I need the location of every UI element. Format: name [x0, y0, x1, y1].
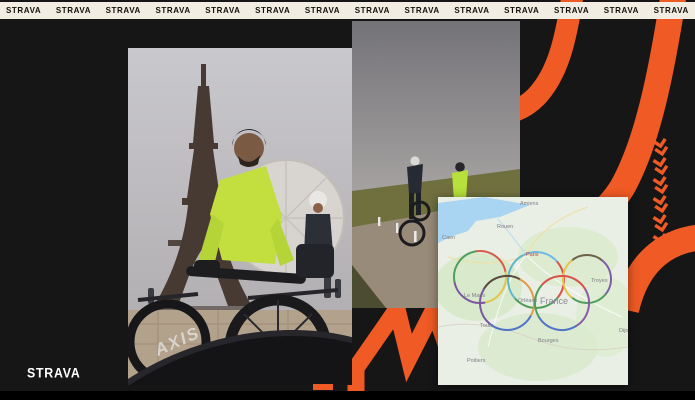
- banner-wordmark: STRAVA: [305, 6, 340, 15]
- banner-wordmark: STRAVA: [604, 6, 639, 15]
- banner-wordmark: STRAVA: [405, 6, 440, 15]
- map-city-label: Orléans: [518, 298, 538, 304]
- map-city-label: Bourges: [538, 338, 559, 344]
- zigzag-graphic: [356, 309, 450, 398]
- banner-wordmark: STRAVA: [654, 6, 689, 15]
- map-city-label: Le Mans: [464, 293, 485, 299]
- map-city-label: Troyes: [591, 278, 608, 284]
- chevron-column: [653, 139, 668, 250]
- chevron-down-icon: [653, 196, 668, 212]
- strava-logo[interactable]: STRAVA: [27, 364, 81, 380]
- map-olympic-rings-routes: Amiens Rouen Caen Paris Troyes Le Mans Orléans…: [438, 197, 628, 385]
- banner-wordmark: STRAVA: [504, 6, 539, 15]
- banner-wordmark: STRAVA: [6, 6, 41, 15]
- photo-eiffel-tower-cyclist: AXIS: [128, 48, 352, 385]
- map-city-label: Amiens: [520, 201, 539, 207]
- bottom-bar: [0, 391, 695, 400]
- banner-wordmark: STRAVA: [355, 6, 390, 15]
- map-city-label: France: [540, 296, 568, 306]
- chevron-down-icon: [653, 215, 668, 231]
- banner-wordmark: STRAVA: [205, 6, 240, 15]
- chevron-down-icon: [653, 139, 668, 155]
- banner-wordmark: STRAVA: [155, 6, 190, 15]
- map-city-label: Tours: [480, 323, 494, 329]
- chevron-down-icon: [653, 177, 668, 193]
- banner-wordmark: STRAVA: [56, 6, 91, 15]
- map-city-label: Poitiers: [467, 358, 486, 364]
- map-city-label: Rouen: [497, 224, 513, 230]
- map-city-label: Dijon: [619, 328, 628, 334]
- banner-wordmark: STRAVA: [554, 6, 589, 15]
- map-city-label: Paris: [526, 252, 539, 258]
- strava-promo-page: STRAVA STRAVA STRAVA STRAVA STRAVA STRAVA STRA…: [0, 0, 695, 400]
- strava-marquee-banner: STRAVA STRAVA STRAVA STRAVA STRAVA STRAVA STRA…: [0, 2, 695, 19]
- banner-wordmark: STRAVA: [106, 6, 141, 15]
- chevron-down-icon: [653, 158, 668, 174]
- banner-wordmark: STRAVA: [454, 6, 489, 15]
- accent-bar: [313, 384, 333, 390]
- map-city-label: Caen: [442, 235, 455, 241]
- banner-wordmark: STRAVA: [255, 6, 290, 15]
